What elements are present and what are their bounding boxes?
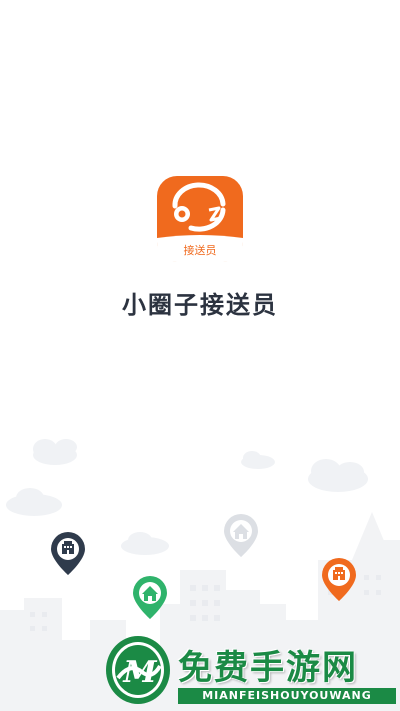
app-logo-badge: 接送员 xyxy=(184,243,217,257)
watermark-logo-icon: M xyxy=(106,636,170,704)
cloud-icon xyxy=(308,459,368,492)
cloud-icon xyxy=(121,532,169,555)
svg-text:M: M xyxy=(122,655,157,690)
cloud-icon xyxy=(33,439,77,465)
watermark-subtitle: MIANFEISHOUYOUWANG xyxy=(178,688,396,704)
cloud-icon xyxy=(6,488,62,516)
app-logo-icon: 接送员 xyxy=(157,176,243,262)
watermark-title: 免费手游网 xyxy=(178,648,358,688)
map-pin-home-gray xyxy=(224,514,258,557)
cloud-icon xyxy=(241,451,275,469)
splash-screen: 接送员 小圈子接送员 M 免费手游网 MIANFEISHOUYOUWANG xyxy=(0,0,400,711)
app-name: 小圈子接送员 xyxy=(122,291,278,319)
map-pin-building-dark xyxy=(51,532,85,575)
